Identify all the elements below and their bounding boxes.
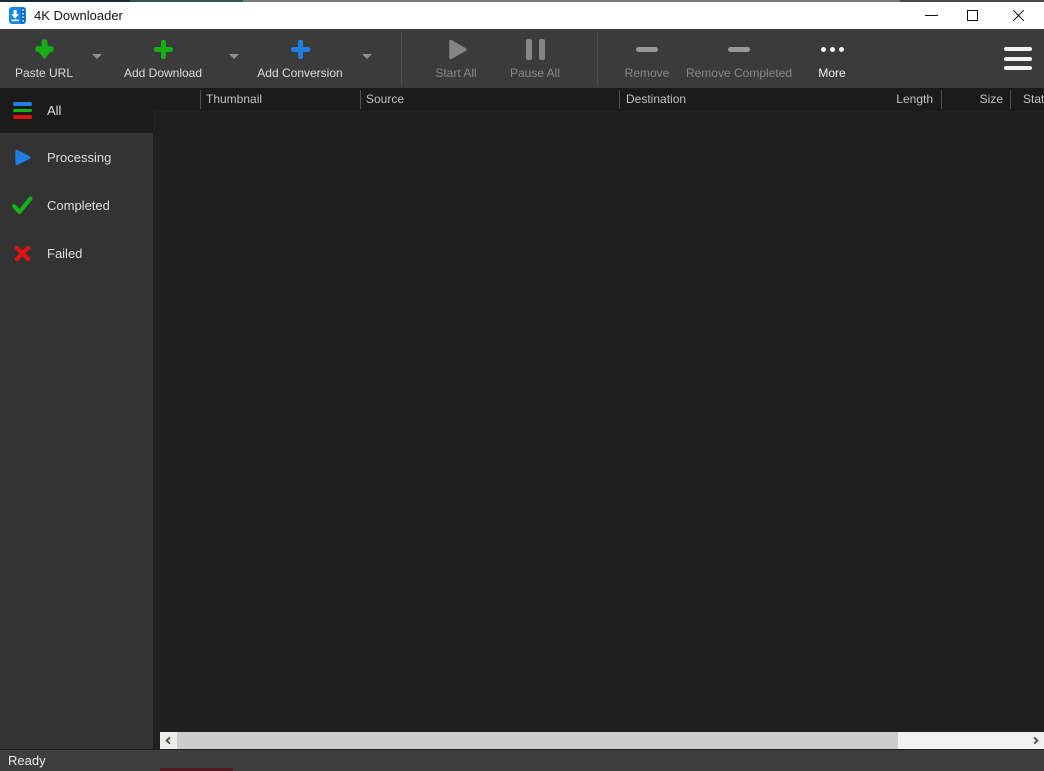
statusbar: Ready	[0, 750, 1044, 771]
plus-icon	[288, 33, 313, 66]
paste-url-label: Paste URL	[15, 66, 73, 80]
close-button[interactable]	[996, 2, 1041, 29]
window-title: 4K Downloader	[34, 2, 123, 29]
minus-icon	[636, 33, 658, 66]
column-header-size[interactable]: Size	[950, 88, 1003, 111]
check-green-icon	[9, 194, 35, 216]
app-logo-4k-downloader-icon	[9, 7, 26, 24]
pause-all-label: Pause All	[510, 66, 560, 80]
chevron-right-icon	[1031, 736, 1040, 745]
close-icon	[1012, 9, 1025, 22]
maximize-icon	[967, 10, 978, 21]
remove-label: Remove	[625, 66, 670, 80]
column-header-destination[interactable]: Destination	[626, 88, 686, 111]
scroll-right-button[interactable]	[1027, 732, 1044, 749]
pause-all-button[interactable]: Pause All	[495, 29, 575, 88]
chevron-down-icon	[229, 54, 239, 59]
column-header-source[interactable]: Source	[366, 88, 404, 111]
sidebar-item-label: All	[47, 103, 61, 118]
titlebar: 4K Downloader	[0, 2, 1044, 29]
more-button[interactable]: More	[792, 29, 872, 88]
horizontal-scrollbar[interactable]	[160, 732, 1044, 749]
column-divider[interactable]	[619, 90, 620, 109]
cross-red-icon	[9, 244, 35, 263]
chevron-left-icon	[164, 736, 173, 745]
paste-url-dropdown[interactable]	[90, 29, 104, 88]
column-header-status[interactable]: Status	[1023, 88, 1044, 111]
column-header-thumbnail[interactable]: Thumbnail	[206, 88, 262, 111]
column-divider[interactable]	[941, 90, 942, 109]
main-menu-button[interactable]	[1004, 47, 1032, 70]
sidebar-item-failed[interactable]: Failed	[0, 229, 153, 277]
column-header-length[interactable]: Length	[860, 88, 933, 111]
add-conversion-button[interactable]: Add Conversion	[252, 29, 348, 88]
sidebar-item-completed[interactable]: Completed	[0, 181, 153, 229]
more-label: More	[818, 66, 845, 80]
column-divider[interactable]	[200, 90, 201, 109]
scroll-left-button[interactable]	[160, 732, 177, 749]
download-list-area	[153, 111, 1044, 750]
remove-completed-label: Remove Completed	[686, 66, 792, 80]
pause-icon	[526, 33, 545, 66]
paste-url-button[interactable]: Paste URL	[4, 29, 84, 88]
start-all-button[interactable]: Start All	[416, 29, 496, 88]
sidebar-item-label: Processing	[47, 150, 111, 165]
play-icon	[443, 33, 470, 66]
hamburger-menu-icon	[1004, 47, 1032, 51]
column-divider[interactable]	[1010, 90, 1011, 109]
remove-completed-button[interactable]: Remove Completed	[682, 29, 796, 88]
add-download-button[interactable]: Add Download	[118, 29, 208, 88]
plus-icon	[151, 33, 176, 66]
play-blue-icon	[9, 148, 35, 167]
sidebar-item-label: Failed	[47, 246, 82, 261]
add-conversion-label: Add Conversion	[257, 66, 342, 80]
remove-button[interactable]: Remove	[607, 29, 687, 88]
sidebar-item-label: Completed	[47, 198, 110, 213]
ellipsis-icon	[821, 33, 844, 66]
minimize-button[interactable]	[909, 2, 954, 29]
paste-plus-down-arrow-icon	[32, 33, 57, 66]
toolbar-divider	[597, 31, 598, 86]
tricolor-list-icon	[9, 102, 35, 119]
toolbar: Paste URL Add Download	[0, 29, 1044, 88]
status-text: Ready	[8, 750, 46, 771]
add-download-dropdown[interactable]	[227, 29, 241, 88]
sidebar-item-all[interactable]: All	[0, 88, 153, 133]
scrollbar-thumb[interactable]	[177, 732, 898, 749]
sidebar-item-processing[interactable]: Processing	[0, 133, 153, 181]
minimize-icon	[925, 15, 938, 16]
add-download-label: Add Download	[124, 66, 202, 80]
app-window: 4K Downloader Paste URL	[0, 0, 1044, 771]
maximize-button[interactable]	[950, 2, 995, 29]
chevron-down-icon	[362, 54, 372, 59]
start-all-label: Start All	[435, 66, 476, 80]
chevron-down-icon	[92, 54, 102, 59]
add-conversion-dropdown[interactable]	[360, 29, 374, 88]
column-divider[interactable]	[360, 90, 361, 109]
toolbar-divider	[401, 31, 402, 86]
minus-icon	[728, 33, 750, 66]
